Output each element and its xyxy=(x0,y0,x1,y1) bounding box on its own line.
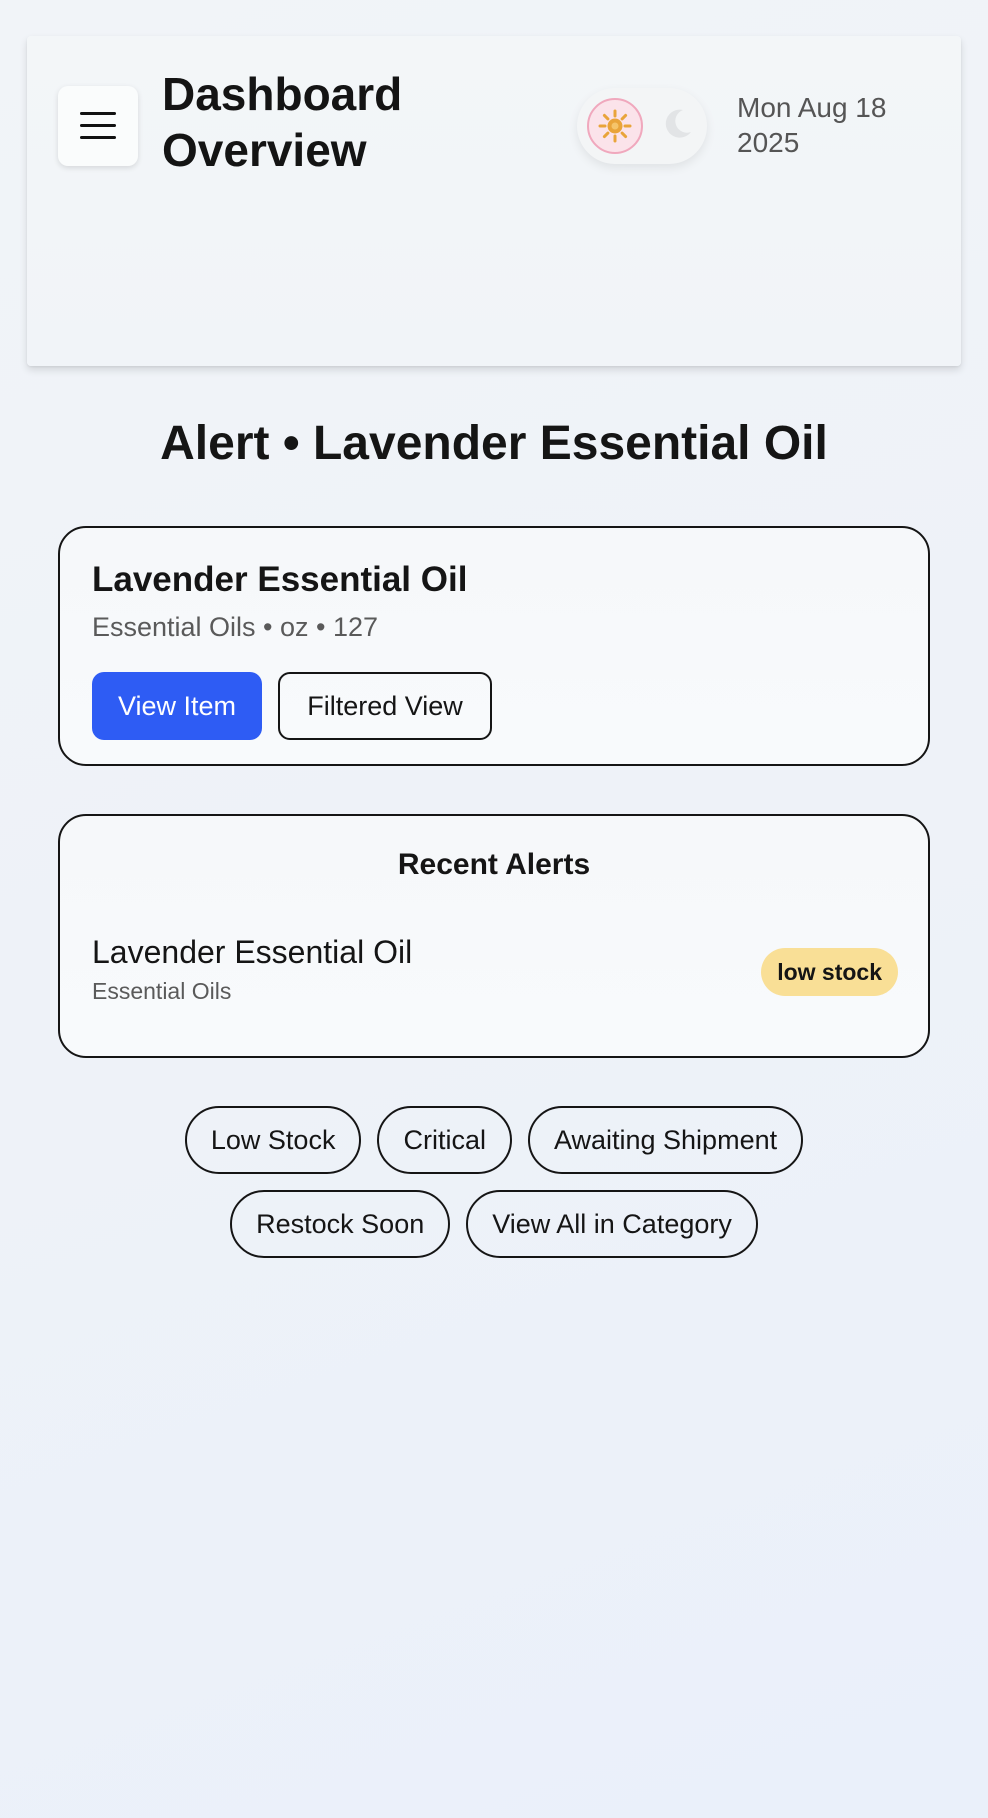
recent-alerts-card: Recent Alerts Lavender Essential Oil Ess… xyxy=(58,814,930,1058)
sun-icon xyxy=(598,109,632,143)
chip-awaiting-shipment[interactable]: Awaiting Shipment xyxy=(527,1106,804,1174)
chip-critical[interactable]: Critical xyxy=(377,1106,512,1174)
alert-title: Alert • Lavender Essential Oil xyxy=(160,417,828,470)
chip-row: Restock Soon View All in Category xyxy=(0,1190,988,1258)
item-name: Lavender Essential Oil xyxy=(92,560,468,599)
alert-item-category: Essential Oils xyxy=(92,978,232,1004)
status-badge: low stock xyxy=(761,948,898,996)
filtered-view-button[interactable]: Filtered View xyxy=(278,672,492,740)
item-card: Lavender Essential Oil Essential Oils • … xyxy=(58,526,930,766)
recent-alerts-heading: Recent Alerts xyxy=(397,848,591,881)
dashboard-header: Dashboard Overview Mon Aug 18 2025 xyxy=(27,36,961,366)
chip-low-stock[interactable]: Low Stock xyxy=(184,1106,362,1174)
alert-item-name: Lavender Essential Oil xyxy=(92,934,413,970)
moon-icon xyxy=(665,109,691,138)
theme-toggle[interactable] xyxy=(577,88,707,164)
menu-button[interactable] xyxy=(58,86,138,166)
list-item[interactable]: Lavender Essential Oil Essential Oils lo… xyxy=(92,934,898,1014)
filter-chips: Low Stock Critical Awaiting Shipment Res… xyxy=(0,1106,988,1274)
chip-view-all-in-category[interactable]: View All in Category xyxy=(466,1190,758,1258)
chip-row: Low Stock Critical Awaiting Shipment xyxy=(0,1106,988,1174)
hamburger-menu-icon xyxy=(80,112,116,140)
theme-toggle-knob xyxy=(587,98,643,154)
chip-restock-soon[interactable]: Restock Soon xyxy=(230,1190,451,1258)
page-title: Dashboard Overview xyxy=(162,68,403,176)
item-meta: Essential Oils • oz • 127 xyxy=(92,612,379,642)
header-date: Mon Aug 18 2025 xyxy=(737,92,887,158)
view-item-button[interactable]: View Item xyxy=(92,672,262,740)
